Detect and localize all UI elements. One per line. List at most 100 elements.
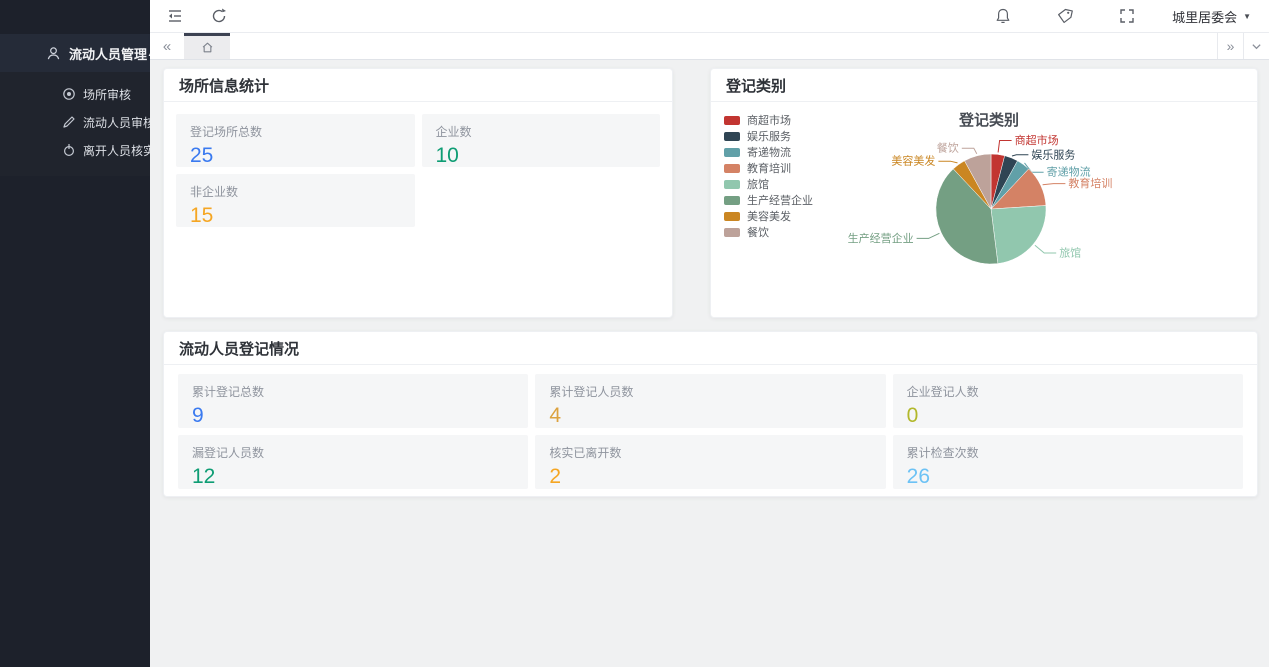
pie-label-line (962, 148, 977, 154)
bell-icon[interactable] (994, 7, 1012, 25)
stat-value: 15 (190, 204, 401, 228)
stat-box-non-enterprises: 非企业数 15 (176, 174, 415, 227)
sidebar-submenu-header[interactable]: 流动人员管理 ▲ (0, 34, 150, 72)
stat-box-registered-persons: 累计登记人员数 4 (535, 374, 885, 428)
card-title: 场所信息统计 (179, 75, 269, 96)
pie-label-line (938, 161, 957, 163)
person-stats-grid: 累计登记总数 9 累计登记人员数 4 企业登记人数 0 漏登记人员数 12 (164, 365, 1257, 502)
tabs-menu-button[interactable] (1243, 33, 1269, 59)
target-icon (62, 87, 76, 101)
sidebar-item-leave-verify[interactable]: 离开人员核实 (0, 136, 150, 164)
topbar-right: 城里居委会 ▼ (950, 7, 1251, 26)
tab-home[interactable] (184, 33, 230, 59)
card-place-stats: 场所信息统计 登记场所总数 25 企业数 10 非企业数 (163, 68, 673, 318)
legend-item[interactable]: 餐饮 (724, 224, 813, 240)
tabs-scroll-left-button[interactable]: « (150, 33, 184, 59)
pie-label: 旅馆 (1059, 246, 1081, 260)
main-area: 城里居委会 ▼ « » (150, 0, 1269, 667)
stat-label: 企业数 (436, 123, 647, 140)
stat-box-enterprise-persons: 企业登记人数 0 (893, 374, 1243, 428)
legend-label: 生产经营企业 (747, 192, 813, 208)
caret-down-icon: ▼ (1243, 12, 1251, 21)
sidebar-item-person-review[interactable]: 流动人员审核(村) (0, 108, 150, 136)
menu-fold-icon[interactable] (166, 7, 184, 25)
legend-swatch (724, 132, 740, 141)
card-title: 流动人员登记情况 (179, 338, 299, 359)
stat-value: 25 (190, 144, 401, 168)
legend-swatch (724, 148, 740, 157)
stat-label: 漏登记人员数 (192, 444, 514, 461)
stat-value: 10 (436, 144, 647, 168)
stat-box-total-inspections: 累计检查次数 26 (893, 435, 1243, 489)
pie-label: 寄递物流 (1047, 165, 1091, 179)
stat-label: 登记场所总数 (190, 123, 401, 140)
legend-item[interactable]: 教育培训 (724, 160, 813, 176)
leave-icon (62, 143, 76, 157)
sidebar-item-place-review[interactable]: 场所审核 (0, 80, 150, 108)
legend-label: 寄递物流 (747, 144, 791, 160)
stat-label: 非企业数 (190, 183, 401, 200)
pie-label: 教育培训 (1068, 176, 1112, 190)
stat-value: 2 (549, 465, 871, 489)
pie-label-line (917, 233, 940, 238)
legend-item[interactable]: 生产经营企业 (724, 192, 813, 208)
legend-swatch (724, 180, 740, 189)
page-content: 场所信息统计 登记场所总数 25 企业数 10 非企业数 (150, 60, 1269, 667)
stat-label: 企业登记人数 (907, 383, 1229, 400)
stat-value: 26 (907, 465, 1229, 489)
legend-swatch (724, 228, 740, 237)
home-icon (201, 41, 214, 54)
tabs-scroll-right-button[interactable]: » (1217, 33, 1243, 59)
fullscreen-icon[interactable] (1118, 7, 1136, 25)
legend-label: 美容美发 (747, 208, 791, 224)
chart-legend: 商超市场娱乐服务寄递物流教育培训旅馆生产经营企业美容美发餐饮 (724, 112, 813, 240)
pie-label: 美容美发 (891, 154, 935, 168)
sidebar-item-label: 离开人员核实 (83, 142, 155, 159)
legend-item[interactable]: 美容美发 (724, 208, 813, 224)
stat-box-enterprises: 企业数 10 (422, 114, 661, 167)
user-icon (46, 46, 61, 61)
pie-title: 登记类别 (958, 111, 1019, 129)
place-stats-grid: 登记场所总数 25 企业数 10 非企业数 15 (164, 102, 672, 239)
legend-label: 教育培训 (747, 160, 791, 176)
card-category: 登记类别 登记类别商超市场娱乐服务寄递物流教育培训旅馆生产经营企业美容美发餐饮 … (710, 68, 1258, 318)
pie-label: 生产经营企业 (848, 231, 914, 245)
card-header: 登记类别 (711, 69, 1257, 102)
legend-swatch (724, 196, 740, 205)
pie-slice[interactable] (991, 206, 1046, 264)
tag-icon[interactable] (1056, 7, 1074, 25)
app-window: 流动人员管理 ▲ 场所审核 流动人员审核(村) (0, 0, 1269, 667)
card-header: 场所信息统计 (164, 69, 672, 102)
legend-label: 商超市场 (747, 112, 791, 128)
legend-label: 娱乐服务 (747, 128, 791, 144)
pie-label-line (1043, 184, 1066, 185)
legend-swatch (724, 164, 740, 173)
legend-swatch (724, 116, 740, 125)
stat-label: 累计登记总数 (192, 383, 514, 400)
stat-box-registered-places: 登记场所总数 25 (176, 114, 415, 167)
pie-label-line (1035, 245, 1056, 253)
stat-box-total-registrations: 累计登记总数 9 (178, 374, 528, 428)
legend-item[interactable]: 寄递物流 (724, 144, 813, 160)
stat-label: 累计登记人员数 (549, 383, 871, 400)
stat-label: 核实已离开数 (549, 444, 871, 461)
pie-label: 娱乐服务 (1031, 147, 1075, 161)
stat-value: 12 (192, 465, 514, 489)
topbar: 城里居委会 ▼ (150, 0, 1269, 33)
stat-value: 4 (549, 404, 871, 428)
card-title: 登记类别 (726, 75, 786, 96)
stat-label: 累计检查次数 (907, 444, 1229, 461)
legend-item[interactable]: 旅馆 (724, 176, 813, 192)
sidebar: 流动人员管理 ▲ 场所审核 流动人员审核(村) (0, 0, 150, 667)
sidebar-menu-title: 流动人员管理 (69, 44, 147, 63)
refresh-icon[interactable] (210, 7, 228, 25)
org-dropdown[interactable]: 城里居委会 ▼ (1172, 7, 1251, 26)
pie-label-line (998, 141, 1012, 153)
legend-item[interactable]: 娱乐服务 (724, 128, 813, 144)
sidebar-menu: 场所审核 流动人员审核(村) 离开人员核实 (0, 72, 150, 176)
legend-item[interactable]: 商超市场 (724, 112, 813, 128)
org-name: 城里居委会 (1172, 7, 1237, 26)
pencil-icon (62, 115, 76, 129)
tabbar: « » (150, 33, 1269, 60)
chevron-down-icon (1251, 41, 1262, 52)
